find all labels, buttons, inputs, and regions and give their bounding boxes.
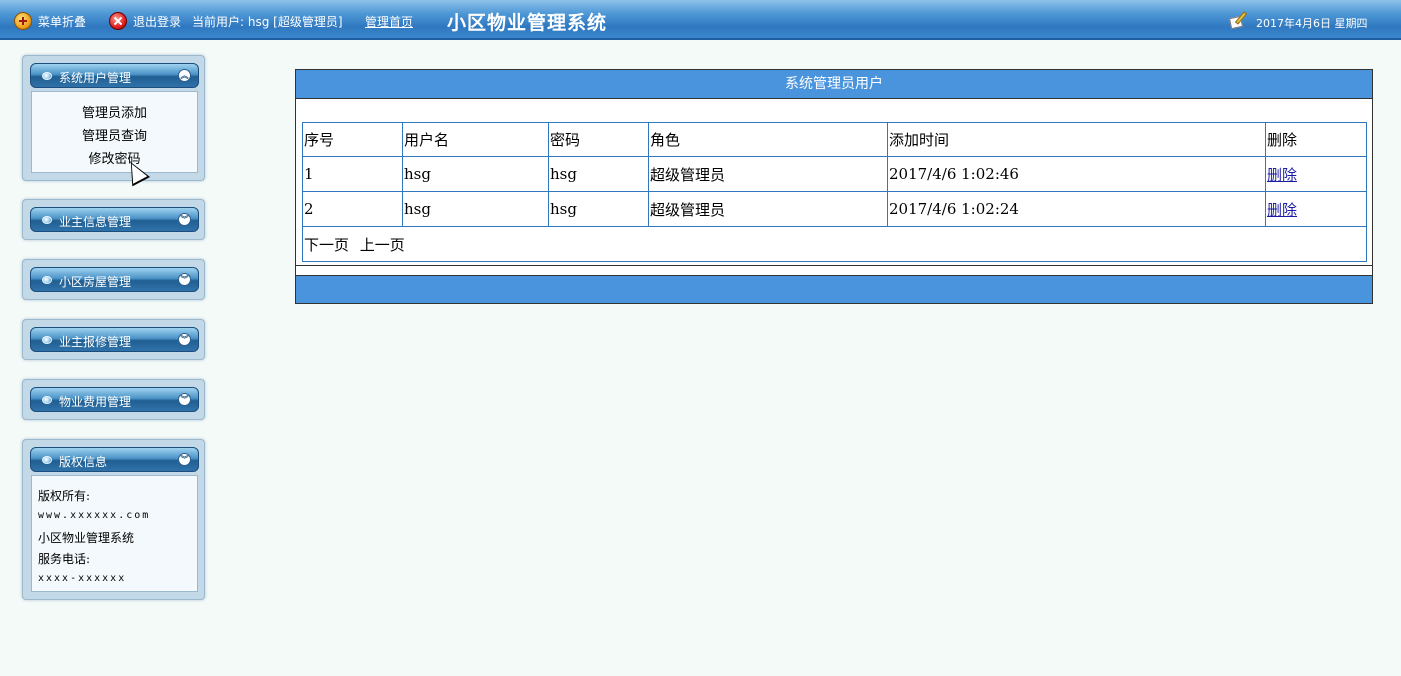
section-header-owner-info[interactable]: 业主信息管理 ︾ (30, 207, 199, 232)
cell-added-time: 2017/4/6 1:02:46 (887, 156, 1266, 192)
section-header-system-users[interactable]: 系统用户管理 ︽ (30, 63, 199, 88)
sidebar-section-owner-info: 业主信息管理 ︾ (22, 199, 205, 240)
col-header-role: 角色 (648, 122, 888, 157)
admin-user-table: 序号 用户名 密码 角色 添加时间 删除 1 hsg hsg 超级管理员 201… (302, 122, 1367, 262)
sidebar-section-copyright: 版权信息 ︾ 版权所有: www.xxxxxx.com 小区物业管理系统 服务电… (22, 439, 205, 600)
bullet-icon (42, 456, 52, 464)
bullet-icon (42, 276, 52, 284)
menu-item-admin-add[interactable]: 管理员添加 (32, 102, 197, 121)
col-header-id: 序号 (302, 122, 403, 157)
sidebar-section-repairs: 业主报修管理 ︾ (22, 319, 205, 360)
cell-added-time: 2017/4/6 1:02:24 (887, 191, 1266, 227)
section-header-repairs[interactable]: 业主报修管理 ︾ (30, 327, 199, 352)
sidebar-section-system-users: 系统用户管理 ︽ 管理员添加 管理员查询 修改密码 (22, 55, 205, 181)
section-header-copyright[interactable]: 版权信息 ︾ (30, 447, 199, 472)
panel-footer-bar (296, 275, 1372, 303)
bullet-icon (42, 396, 52, 404)
bullet-icon (42, 216, 52, 224)
cell-role: 超级管理员 (648, 156, 888, 192)
service-phone-number: xxxx-xxxxxx (38, 573, 127, 584)
copyright-body: 版权所有: www.xxxxxx.com 小区物业管理系统 服务电话: xxxx… (31, 475, 198, 592)
copyright-website: www.xxxxxx.com (38, 510, 151, 521)
logout-icon[interactable] (109, 12, 127, 30)
menu-item-change-password[interactable]: 修改密码 (32, 148, 197, 167)
delete-link[interactable]: 删除 (1267, 201, 1297, 219)
expand-chevron-icon[interactable]: ︾ (178, 273, 191, 286)
prev-page-link[interactable]: 上一页 (360, 236, 405, 254)
service-phone-label: 服务电话: (38, 552, 91, 566)
section-title: 业主报修管理 (59, 335, 132, 349)
bullet-icon (42, 72, 52, 80)
section-title: 物业费用管理 (59, 395, 132, 409)
top-bar: 菜单折叠 退出登录 当前用户: hsg [超级管理员] 管理首页 小区物业管理系… (0, 0, 1401, 40)
menu-toggle-icon[interactable] (14, 12, 32, 30)
cell-delete: 删除 (1265, 156, 1367, 192)
col-header-username: 用户名 (402, 122, 549, 157)
cell-id: 1 (302, 156, 403, 192)
section-header-housing[interactable]: 小区房屋管理 ︾ (30, 267, 199, 292)
sidebar-section-housing: 小区房屋管理 ︾ (22, 259, 205, 300)
panel-title: 系统管理员用户 (296, 70, 1372, 99)
collapse-chevron-icon[interactable]: ︽ (178, 69, 191, 82)
pager-row: 下一页 上一页 (302, 226, 1367, 262)
section-title: 系统用户管理 (59, 71, 132, 85)
section-title: 版权信息 (59, 455, 108, 469)
cell-password: hsg (548, 191, 649, 227)
admin-user-panel: 系统管理员用户 序号 用户名 密码 角色 添加时间 删除 1 hsg hsg 超… (295, 69, 1373, 304)
cell-delete: 删除 (1265, 191, 1367, 227)
current-date: 2017年4月6日 星期四 (1256, 17, 1368, 30)
calendar-icon (1228, 11, 1250, 30)
logout-link[interactable]: 退出登录 (133, 13, 181, 30)
table-row: 2 hsg hsg 超级管理员 2017/4/6 1:02:24 删除 (302, 191, 1367, 227)
app-title: 小区物业管理系统 (447, 12, 608, 34)
cell-id: 2 (302, 191, 403, 227)
divider (296, 265, 1372, 266)
admin-home-link[interactable]: 管理首页 (365, 13, 413, 30)
section-title: 业主信息管理 (59, 215, 132, 229)
table-header-row: 序号 用户名 密码 角色 添加时间 删除 (302, 122, 1367, 157)
cell-username: hsg (402, 191, 549, 227)
expand-chevron-icon[interactable]: ︾ (178, 333, 191, 346)
current-user-label: 当前用户: hsg [超级管理员] (192, 15, 343, 29)
cell-password: hsg (548, 156, 649, 192)
copyright-system-name: 小区物业管理系统 (38, 531, 135, 545)
section-title: 小区房屋管理 (59, 275, 132, 289)
expand-chevron-icon[interactable]: ︾ (178, 453, 191, 466)
expand-chevron-icon[interactable]: ︾ (178, 393, 191, 406)
col-header-password: 密码 (548, 122, 649, 157)
section-body: 管理员添加 管理员查询 修改密码 (31, 91, 198, 173)
table-row: 1 hsg hsg 超级管理员 2017/4/6 1:02:46 删除 (302, 156, 1367, 192)
menu-toggle-link[interactable]: 菜单折叠 (38, 13, 86, 30)
copyright-owner-label: 版权所有: (38, 489, 91, 503)
expand-chevron-icon[interactable]: ︾ (178, 213, 191, 226)
section-header-fees[interactable]: 物业费用管理 ︾ (30, 387, 199, 412)
cell-username: hsg (402, 156, 549, 192)
pager-cell: 下一页 上一页 (302, 226, 1367, 262)
col-header-delete: 删除 (1265, 122, 1367, 157)
col-header-added-time: 添加时间 (887, 122, 1266, 157)
delete-link[interactable]: 删除 (1267, 166, 1297, 184)
next-page-link[interactable]: 下一页 (304, 236, 349, 254)
sidebar-section-fees: 物业费用管理 ︾ (22, 379, 205, 420)
bullet-icon (42, 336, 52, 344)
menu-item-admin-query[interactable]: 管理员查询 (32, 125, 197, 144)
cell-role: 超级管理员 (648, 191, 888, 227)
